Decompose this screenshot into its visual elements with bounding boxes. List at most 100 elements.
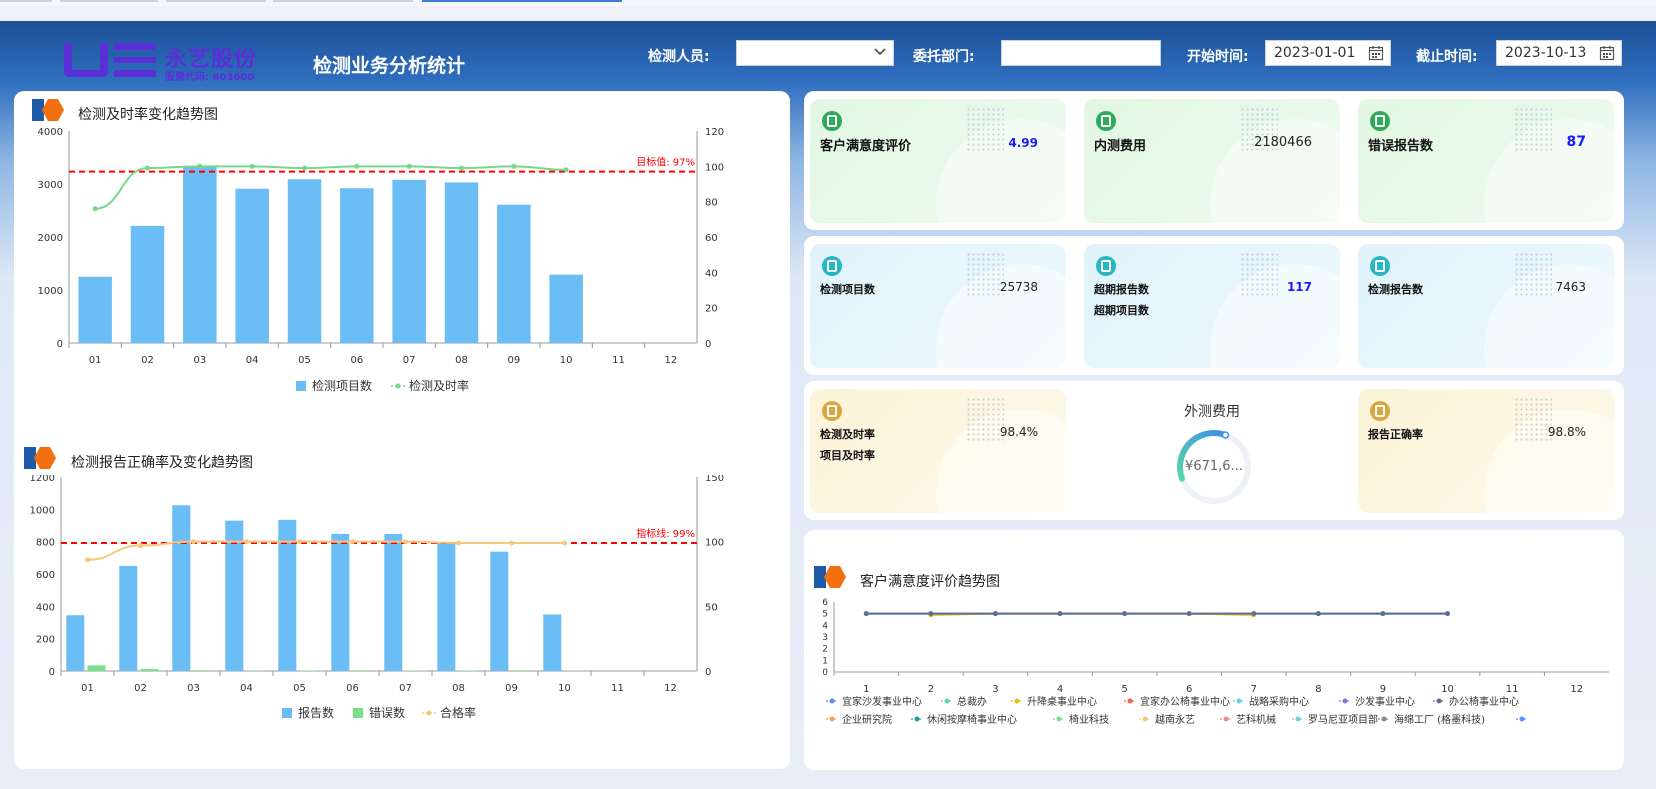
- legend-swatch-dot: [1295, 716, 1301, 722]
- external-cost-widget[interactable]: 外测费用 ¥671,6...: [1084, 389, 1340, 513]
- start-date-input[interactable]: 2023-01-01: [1265, 40, 1391, 66]
- items-card[interactable]: 检测项目数 25738: [810, 244, 1066, 368]
- reports-value: 7463: [1555, 280, 1586, 294]
- x-tick-label: 07: [403, 355, 416, 366]
- chevron-down-icon: [874, 48, 886, 56]
- x-tick-label: 09: [507, 355, 520, 366]
- internal-cost-card[interactable]: 内测费用 2180466: [1084, 99, 1340, 223]
- document-icon: [822, 401, 842, 421]
- target-label: 指标线: 99%: [636, 527, 695, 540]
- document-icon: [1096, 256, 1116, 276]
- y-tick-label: 400: [36, 602, 55, 613]
- document-icon: [1096, 111, 1116, 131]
- error-reports-label: 错误报告数: [1368, 139, 1434, 154]
- x-tick-label: 02: [141, 355, 154, 366]
- y-tick-label: 800: [36, 538, 55, 549]
- x-tick-label: 08: [452, 683, 465, 694]
- legend-swatch-dot: [1436, 698, 1442, 704]
- browser-tab-strip: [0, 0, 1656, 6]
- accuracy-card[interactable]: 报告正确率 98.8%: [1358, 389, 1614, 513]
- data-point: [297, 539, 302, 545]
- y-tick-label: 1000: [30, 505, 55, 516]
- calendar-icon: [1368, 46, 1384, 61]
- x-tick-label: 3: [992, 684, 998, 695]
- end-date-label: 截止时间:: [1416, 49, 1478, 65]
- data-point: [138, 543, 143, 549]
- bar: [497, 204, 531, 343]
- external-cost-value: ¥671,6...: [1185, 459, 1243, 474]
- x-tick-label: 11: [612, 355, 625, 366]
- bar: [543, 614, 562, 671]
- data-point: [1122, 611, 1128, 617]
- overdue-items-label: 超期项目数: [1094, 304, 1149, 317]
- legend-swatch-dot: [1519, 716, 1525, 722]
- legend-swatch-dot: [1236, 698, 1242, 704]
- bar: [331, 533, 350, 671]
- start-date-label: 开始时间:: [1187, 49, 1249, 65]
- x-tick-label: 9: [1380, 684, 1386, 695]
- legend-label: 越南永艺: [1155, 713, 1195, 726]
- chart3-title: 客户满意度评价趋势图: [860, 574, 1000, 590]
- satisfaction-card[interactable]: 客户满意度评价 4.99: [810, 99, 1066, 223]
- overdue-card[interactable]: 超期报告数 117 超期项目数: [1084, 244, 1340, 368]
- dept-label: 委托部门:: [913, 49, 975, 65]
- timely-value: 98.4%: [999, 425, 1038, 439]
- external-cost-label: 外测费用: [1184, 404, 1240, 420]
- tab-3[interactable]: [166, 0, 266, 2]
- chart-title-icon: [814, 566, 846, 588]
- error-reports-card[interactable]: 错误报告数 87: [1358, 99, 1614, 223]
- tab-active[interactable]: [422, 0, 622, 2]
- satisfaction-value: 4.99: [1008, 136, 1038, 150]
- data-point: [191, 539, 196, 545]
- tab-1[interactable]: [0, 0, 52, 2]
- x-tick-label: 06: [350, 355, 363, 366]
- accuracy-chart: 0 200 400 600 800 1000 1200 0 50 100 150 01 02 03 04 05…: [30, 475, 725, 720]
- legend-swatch-dot: [829, 716, 835, 722]
- x-tick-label: 2: [928, 684, 934, 695]
- end-date-input[interactable]: 2023-10-13: [1496, 40, 1622, 66]
- legend-label: 检测及时率: [409, 378, 469, 393]
- accuracy-label: 报告正确率: [1368, 428, 1423, 441]
- inspector-select[interactable]: [736, 40, 894, 66]
- page-title: 检测业务分析统计: [313, 55, 466, 77]
- data-point: [509, 540, 514, 546]
- data-point: [1186, 611, 1192, 617]
- document-icon: [1370, 111, 1390, 131]
- y-tick-label: 600: [36, 570, 55, 581]
- legend-swatch-dot: [1056, 716, 1062, 722]
- y2-tick-label: 0: [705, 339, 711, 350]
- x-tick-label: 01: [81, 683, 94, 694]
- reports-card[interactable]: 检测报告数 7463: [1358, 244, 1614, 368]
- bar: [352, 670, 371, 671]
- y2-tick-label: 60: [705, 233, 718, 244]
- tab-2[interactable]: [60, 0, 158, 2]
- dept-input[interactable]: [1001, 40, 1161, 66]
- x-tick-label: 03: [187, 683, 200, 694]
- x-tick-label: 02: [134, 683, 147, 694]
- data-point: [863, 611, 869, 617]
- legend-swatch-dot: [914, 716, 920, 722]
- dashboard-frame: 永艺股份 股票代码: 603600 检测业务分析统计 检测人员: 委托部门: 开…: [0, 21, 1656, 789]
- inspector-label: 检测人员:: [648, 49, 710, 65]
- x-tick-label: 12: [664, 355, 677, 366]
- data-point: [403, 539, 408, 545]
- item-timely-label: 项目及时率: [820, 449, 875, 462]
- legend-label: 海绵工厂 (格墨科技): [1394, 713, 1485, 726]
- y-tick-label: 5: [822, 610, 828, 620]
- x-tick-label: 11: [1506, 684, 1519, 695]
- timely-card[interactable]: 检测及时率 98.4% 项目及时率: [810, 389, 1066, 513]
- internal-cost-value: 2180466: [1254, 135, 1312, 150]
- legend-swatch-dot: [944, 698, 950, 704]
- bar: [384, 533, 403, 671]
- bar: [235, 188, 269, 343]
- y2-tick-label: 100: [705, 162, 724, 173]
- x-tick-label: 07: [399, 683, 412, 694]
- header: 永艺股份 股票代码: 603600 检测业务分析统计 检测人员: 委托部门: 开…: [0, 21, 1656, 91]
- legend-label: 艺科机械: [1236, 713, 1276, 726]
- tab-4[interactable]: [273, 0, 413, 2]
- y-tick-label: 4: [822, 621, 828, 631]
- kpi-row-2: 检测项目数 25738 超期报告数 117 超期项目数 检测报告数 7463: [804, 236, 1624, 375]
- legend-label: 椅业科技: [1069, 713, 1109, 726]
- bar: [444, 182, 479, 343]
- y-tick-label: 2: [822, 645, 828, 655]
